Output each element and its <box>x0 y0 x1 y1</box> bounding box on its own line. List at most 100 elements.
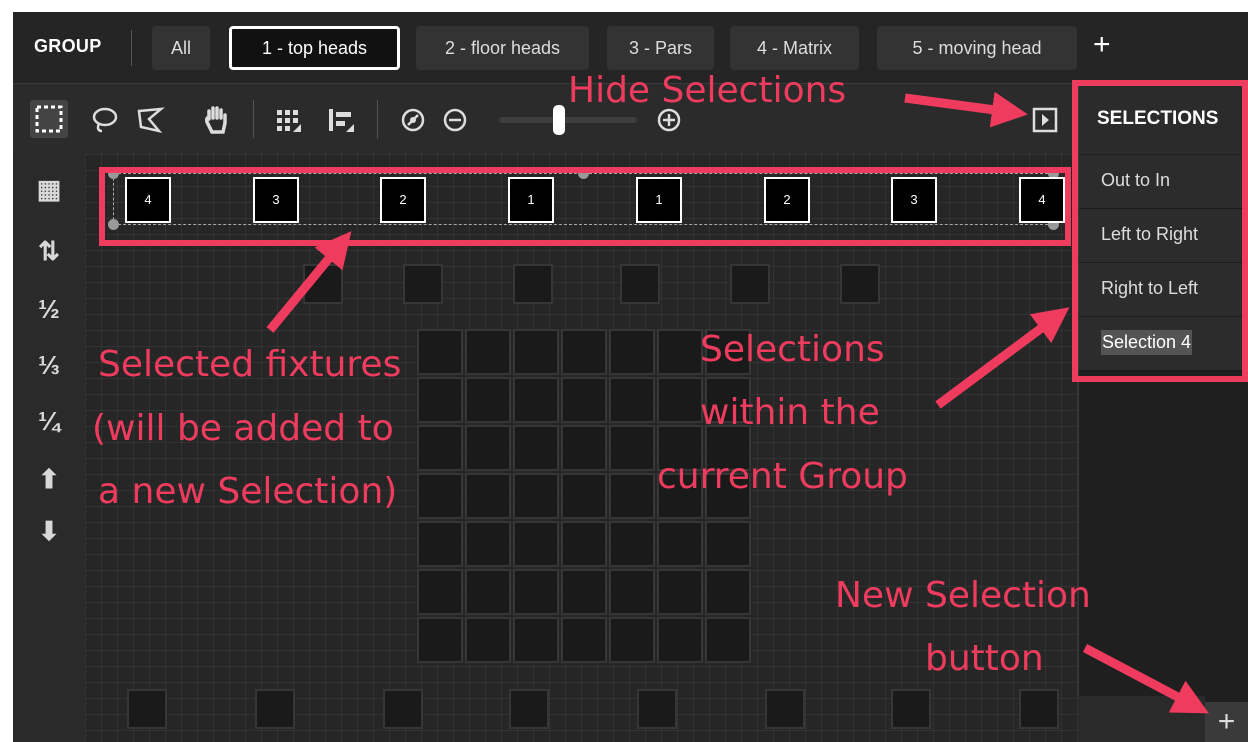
annotation-selections-line2: within the <box>700 392 880 433</box>
annotation-selections-line3: current Group <box>657 456 908 497</box>
rectangle-select-button[interactable] <box>30 100 68 138</box>
fixture[interactable] <box>891 689 931 729</box>
matrix-cell[interactable] <box>561 521 607 567</box>
annotation-selected-fixtures-line2: (will be added to <box>92 408 394 449</box>
toolbar <box>13 83 1078 155</box>
tab-top-heads[interactable]: 1 - top heads <box>229 26 400 70</box>
matrix-cell[interactable] <box>609 473 655 519</box>
matrix-cell[interactable] <box>609 377 655 423</box>
group-label: GROUP <box>34 36 102 56</box>
left-rail: ▦ ⇅ ½ ⅓ ¼ ⬆ ⬇ <box>13 154 85 742</box>
annotation-highlight-box <box>99 167 1071 246</box>
fixture[interactable] <box>730 264 770 304</box>
add-group-button[interactable]: + <box>1093 30 1111 60</box>
fixture[interactable] <box>255 689 295 729</box>
fixture[interactable] <box>403 264 443 304</box>
fixture[interactable] <box>765 689 805 729</box>
matrix-cell[interactable] <box>657 569 703 615</box>
divider <box>131 30 132 66</box>
matrix-cell[interactable] <box>465 569 511 615</box>
lasso-select-icon[interactable] <box>90 105 120 135</box>
grid-snap-icon[interactable] <box>274 105 304 135</box>
matrix-cell[interactable] <box>609 521 655 567</box>
new-selection-button[interactable]: + <box>1205 702 1248 742</box>
matrix-cell[interactable] <box>561 569 607 615</box>
matrix-cell[interactable] <box>417 377 463 423</box>
polygon-select-icon[interactable] <box>135 105 165 135</box>
matrix-cell[interactable] <box>561 617 607 663</box>
divider <box>253 100 254 138</box>
swap-order-icon[interactable]: ⇅ <box>13 236 85 267</box>
matrix-cell[interactable] <box>465 617 511 663</box>
matrix-cell[interactable] <box>465 425 511 471</box>
matrix-cell[interactable] <box>561 377 607 423</box>
matrix-cell[interactable] <box>561 329 607 375</box>
matrix-cell[interactable] <box>513 329 559 375</box>
matrix-cell[interactable] <box>417 521 463 567</box>
quarter-icon[interactable]: ¼ <box>13 406 85 437</box>
annotation-selected-fixtures-line3: a new Selection) <box>98 471 398 512</box>
annotation-new-selection-line2: button <box>925 638 1044 679</box>
zoom-slider[interactable] <box>499 117 637 123</box>
matrix-cell[interactable] <box>417 329 463 375</box>
hide-selections-button[interactable] <box>1032 107 1058 133</box>
matrix-cell[interactable] <box>513 425 559 471</box>
matrix-cell[interactable] <box>417 473 463 519</box>
align-icon[interactable] <box>326 105 356 135</box>
matrix-cell[interactable] <box>513 377 559 423</box>
matrix-cell[interactable] <box>609 569 655 615</box>
arrow-down-icon[interactable]: ⬇ <box>13 516 85 547</box>
matrix-cell[interactable] <box>561 473 607 519</box>
matrix-cell[interactable] <box>513 617 559 663</box>
panel-footer <box>1078 696 1205 742</box>
matrix-cell[interactable] <box>705 569 751 615</box>
matrix-cell[interactable] <box>417 425 463 471</box>
fixture[interactable] <box>637 689 677 729</box>
matrix-cell[interactable] <box>657 617 703 663</box>
hand-pan-icon[interactable] <box>202 105 232 135</box>
matrix-cell[interactable] <box>513 521 559 567</box>
third-icon[interactable]: ⅓ <box>13 350 85 381</box>
fixture[interactable] <box>620 264 660 304</box>
matrix-cell[interactable] <box>657 521 703 567</box>
matrix-cell[interactable] <box>705 521 751 567</box>
matrix-cell[interactable] <box>417 617 463 663</box>
zoom-reset-icon[interactable] <box>398 105 428 135</box>
annotation-highlight-box <box>1072 80 1248 382</box>
matrix-cell[interactable] <box>465 473 511 519</box>
tab-floor-heads[interactable]: 2 - floor heads <box>416 26 589 70</box>
fixture[interactable] <box>127 689 167 729</box>
tab-pars[interactable]: 3 - Pars <box>607 26 714 70</box>
matrix-cell[interactable] <box>705 617 751 663</box>
fixture[interactable] <box>1019 689 1059 729</box>
fixture[interactable] <box>513 264 553 304</box>
matrix-cell[interactable] <box>609 617 655 663</box>
annotation-new-selection-line1: New Selection <box>835 575 1091 616</box>
matrix-cell[interactable] <box>513 569 559 615</box>
matrix-cell[interactable] <box>609 425 655 471</box>
matrix-cell[interactable] <box>609 329 655 375</box>
matrix-cell[interactable] <box>513 473 559 519</box>
tab-moving-head[interactable]: 5 - moving head <box>877 26 1077 70</box>
fixture[interactable] <box>303 264 343 304</box>
matrix-cell[interactable] <box>465 329 511 375</box>
half-icon[interactable]: ½ <box>13 294 85 325</box>
matrix-cell[interactable] <box>417 569 463 615</box>
matrix-cell[interactable] <box>465 377 511 423</box>
arrow-up-icon[interactable]: ⬆ <box>13 464 85 495</box>
zoom-out-icon[interactable] <box>440 105 470 135</box>
annotation-selected-fixtures-line1: Selected fixtures <box>98 344 402 385</box>
fixture[interactable] <box>840 264 880 304</box>
matrix-cell[interactable] <box>465 521 511 567</box>
zoom-slider-handle[interactable] <box>553 105 565 135</box>
matrix-cell[interactable] <box>657 329 703 375</box>
divider <box>377 100 378 138</box>
annotation-hide-selections: Hide Selections <box>568 70 847 111</box>
tab-all[interactable]: All <box>152 26 210 70</box>
matrix-cell[interactable] <box>561 425 607 471</box>
grid-layout-icon[interactable]: ▦ <box>13 174 85 205</box>
tab-matrix[interactable]: 4 - Matrix <box>730 26 859 70</box>
matrix-cell[interactable] <box>657 377 703 423</box>
fixture[interactable] <box>383 689 423 729</box>
fixture[interactable] <box>509 689 549 729</box>
